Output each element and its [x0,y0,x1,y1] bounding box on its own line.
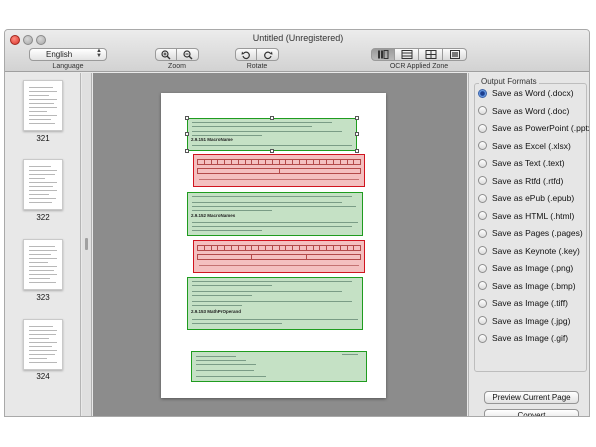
page-thumbnail[interactable] [23,80,63,131]
page-number: 324 [36,372,50,381]
radio-icon[interactable] [478,333,487,343]
zone-heading: 2.9.151 MacroName [191,137,233,142]
radio-icon[interactable] [478,228,487,238]
ocr-zone-label: OCR Applied Zone [389,63,449,70]
radio-icon[interactable] [478,281,487,290]
page-number: 323 [36,293,50,302]
radio-icon[interactable] [478,158,487,168]
ocr-footer-zone[interactable] [191,351,367,382]
ocr-text-zone[interactable]: 2.9.153 MathPrOperand [187,277,363,330]
rotate-label: Rotate [246,63,268,70]
format-option-png[interactable]: Save as Image (.png) [478,261,573,275]
ocr-table-zone[interactable] [193,154,365,187]
page-thumbnail[interactable] [23,319,63,370]
rotate-right-button[interactable] [257,48,279,61]
zone-resize-handle[interactable] [185,132,189,136]
sidebar-splitter[interactable] [82,73,92,416]
format-option-xlsx[interactable]: Save as Excel (.xlsx) [478,139,571,153]
page-thumbnails-sidebar[interactable]: 321 322 323 324 [5,73,81,416]
radio-icon[interactable] [478,193,487,203]
zone-resize-handle[interactable] [355,149,359,153]
zone-column-icon [401,50,412,59]
output-formats-panel: Output Formats Save as Word (.docx) Save… [468,73,589,416]
toolbar: Untitled (Unregistered) English ▲ ▼ Langu… [5,30,589,72]
radio-icon[interactable] [478,316,487,325]
splitter-grip-icon[interactable] [85,238,88,250]
zoom-in-icon [161,49,171,59]
format-option-bmp[interactable]: Save as Image (.bmp) [478,279,576,293]
format-option-docx[interactable]: Save as Word (.docx) [478,86,574,100]
language-label: Language [52,63,84,70]
document-page: 2.9.151 MacroName 2.9.152 MacroNames 2.9… [161,93,386,398]
convert-button[interactable]: Convert [484,409,579,416]
format-option-html[interactable]: Save as HTML (.html) [478,209,574,223]
zone-resize-handle[interactable] [270,116,274,120]
ocr-text-zone[interactable]: 2.9.151 MacroName [187,118,357,151]
radio-icon[interactable] [478,263,487,273]
rotate-left-button[interactable] [235,48,257,61]
format-option-pptx[interactable]: Save as PowerPoint (.pptx) [478,121,589,135]
radio-icon[interactable] [478,211,487,220]
radio-icon[interactable] [478,106,487,115]
zone-resize-handle[interactable] [355,116,359,120]
zone-page-icon [449,50,460,59]
document-canvas[interactable]: 2.9.151 MacroName 2.9.152 MacroNames 2.9… [93,73,467,416]
format-option-key[interactable]: Save as Keynote (.key) [478,244,580,258]
format-option-rtfd[interactable]: Save as Rtfd (.rtfd) [478,174,563,188]
zone-resize-handle[interactable] [185,149,189,153]
zoom-out-button[interactable] [177,48,199,61]
rotate-right-icon [263,51,272,59]
zoom-in-button[interactable] [155,48,177,61]
select-arrows-icon: ▲ ▼ [96,48,102,59]
format-option-doc[interactable]: Save as Word (.doc) [478,104,569,118]
radio-selected-icon[interactable] [478,88,487,98]
zone-heading: 2.9.152 MacroNames [191,213,236,218]
zone-select-button[interactable] [371,48,395,61]
format-option-gif[interactable]: Save as Image (.gif) [478,331,568,345]
zone-resize-handle[interactable] [270,149,274,153]
zone-resize-handle[interactable] [185,116,189,120]
window-title: Untitled (Unregistered) [252,33,344,43]
output-formats-title: Output Formats [479,77,539,86]
ocr-table-zone[interactable] [193,240,365,273]
page-thumbnail[interactable] [23,159,63,210]
radio-icon[interactable] [478,176,487,185]
page-thumbnail[interactable] [23,239,63,290]
zone-table-button[interactable] [419,48,443,61]
zoom-out-icon [182,49,192,59]
radio-icon[interactable] [478,141,487,150]
zone-column-button[interactable] [395,48,419,61]
ocr-text-zone[interactable]: 2.9.152 MacroNames [187,192,363,236]
zoom-label: Zoom [168,63,186,70]
zone-heading: 2.9.153 MathPrOperand [191,309,242,314]
zone-table-icon [425,50,436,59]
format-option-text[interactable]: Save as Text (.text) [478,156,565,170]
page-number: 321 [36,134,50,143]
language-select[interactable]: English ▲ ▼ [29,48,107,61]
format-option-pages[interactable]: Save as Pages (.pages) [478,226,583,240]
rotate-left-icon [241,51,250,59]
language-value: English [46,50,73,59]
format-option-epub[interactable]: Save as ePub (.epub) [478,191,574,205]
radio-icon[interactable] [478,246,487,255]
radio-icon[interactable] [478,123,487,133]
radio-icon[interactable] [478,298,487,308]
preview-current-page-button[interactable]: Preview Current Page [484,391,579,404]
format-option-tiff[interactable]: Save as Image (.tiff) [478,296,568,310]
zone-resize-handle[interactable] [355,132,359,136]
format-option-jpg[interactable]: Save as Image (.jpg) [478,314,570,328]
zone-page-button[interactable] [443,48,467,61]
zone-select-icon [378,50,389,59]
page-number: 322 [36,213,50,222]
app-window: Untitled (Unregistered) English ▲ ▼ Langu… [4,29,590,417]
